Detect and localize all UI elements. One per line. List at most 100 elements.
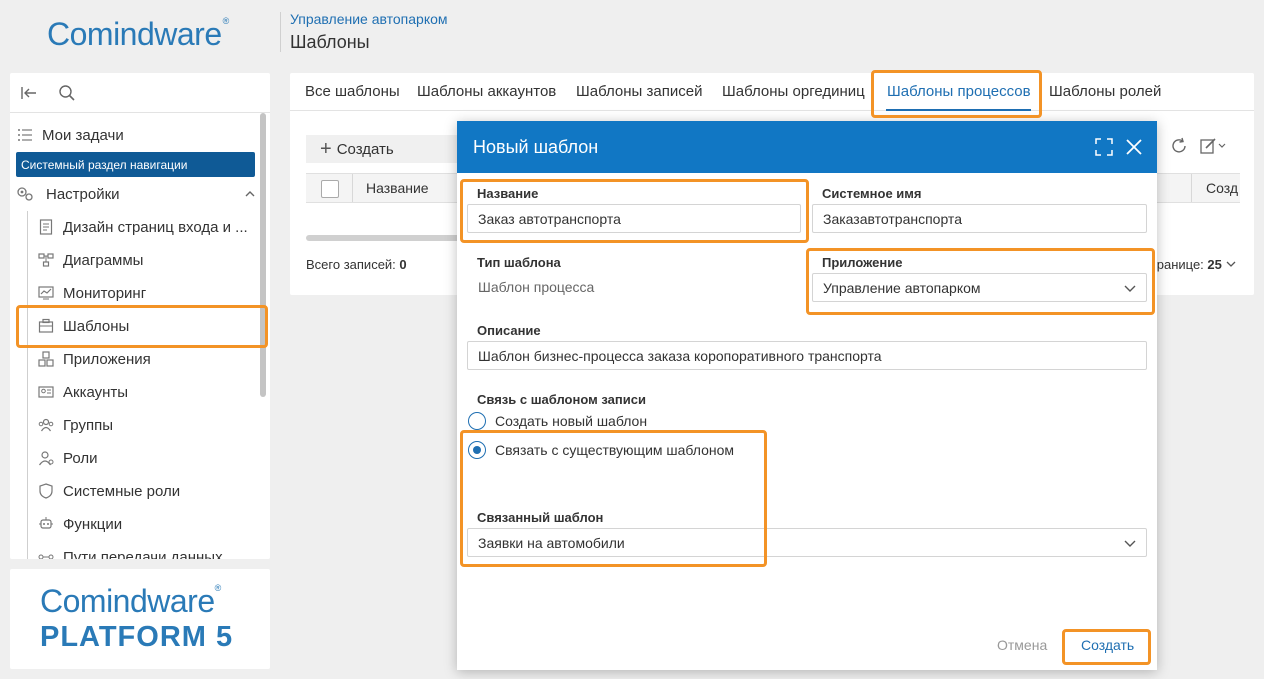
tasks-icon [16, 126, 34, 144]
collapse-sidebar-icon[interactable] [20, 84, 38, 102]
chevron-down-icon [1124, 540, 1136, 547]
sidebar-item-label: Диаграммы [63, 251, 144, 269]
application-label: Приложение [822, 255, 903, 270]
sidebar-item-label: Шаблоны [63, 317, 130, 335]
template-icon [37, 317, 55, 335]
data-path-icon [37, 548, 55, 559]
column-created[interactable]: Созд [1206, 180, 1238, 196]
close-icon[interactable] [1125, 138, 1143, 161]
sidebar-item-my-tasks[interactable]: Мои задачи [16, 122, 124, 148]
linked-template-select[interactable]: Заявки на автомобили [467, 528, 1147, 557]
sidebar-item-label: Группы [63, 416, 113, 434]
sidebar-item-system-roles[interactable]: Системные роли [37, 478, 180, 504]
dialog-title: Новый шаблон [473, 136, 599, 157]
new-template-dialog: Новый шаблон Название Заказ автотранспор… [457, 121, 1157, 670]
refresh-icon[interactable] [1170, 137, 1188, 160]
sidebar-item-roles[interactable]: Роли [37, 445, 98, 471]
maximize-icon[interactable] [1095, 138, 1113, 161]
dialog-header-actions [1095, 138, 1143, 161]
description-field[interactable]: Шаблон бизнес-процесса заказа коропорати… [467, 341, 1147, 370]
sidebar-item-applications[interactable]: Приложения [37, 346, 151, 372]
cancel-button[interactable]: Отмена [997, 637, 1047, 653]
create-submit-button[interactable]: Создать [1081, 637, 1134, 653]
sidebar-toolbar [10, 73, 270, 113]
total-records: Всего записей: 0 [306, 257, 407, 272]
sidebar-item-functions[interactable]: Функции [37, 511, 122, 537]
header-divider [280, 12, 281, 52]
diagram-icon [37, 251, 55, 269]
sidebar-item-templates[interactable]: Шаблоны [37, 313, 129, 339]
sidebar-item-diagrams[interactable]: Диаграммы [37, 247, 143, 273]
system-name-field[interactable]: Заказавтотранспорта [812, 204, 1147, 233]
sidebar-item-label: Настройки [46, 185, 120, 203]
role-icon [37, 449, 55, 467]
plus-icon: + [320, 138, 332, 160]
monitoring-icon [37, 284, 55, 302]
create-button-label: Создать [336, 140, 394, 158]
breadcrumb[interactable]: Управление автопарком [290, 11, 448, 27]
name-field[interactable]: Заказ автотранспорта [467, 204, 801, 233]
column-name[interactable]: Название [366, 180, 429, 196]
chevron-down-icon [1226, 261, 1235, 267]
linked-template-value: Заявки на автомобили [478, 534, 625, 551]
create-button[interactable]: + Создать [306, 135, 466, 163]
sidebar-item-label: Мои задачи [42, 126, 124, 144]
sidebar-item-page-design[interactable]: Дизайн страниц входа и ... [37, 214, 248, 240]
groups-icon [37, 416, 55, 434]
settings-icon [16, 185, 34, 203]
application-select[interactable]: Управление автопарком [812, 273, 1147, 302]
search-icon[interactable] [58, 84, 76, 102]
dialog-header: Новый шаблон [457, 121, 1157, 173]
platform-logo-brand: Comindware® [40, 583, 221, 619]
sidebar-item-label: Роли [63, 449, 98, 467]
sidebar-item-label: Системные роли [63, 482, 181, 500]
sidebar-item-accounts[interactable]: Аккаунты [37, 379, 128, 405]
application-select-value: Управление автопарком [823, 279, 981, 296]
record-link-label: Связь с шаблоном записи [477, 392, 646, 407]
shield-icon [37, 482, 55, 500]
platform-logo-version: PLATFORM 5 [40, 621, 234, 653]
sidebar-item-label: Мониторинг [63, 284, 147, 302]
sidebar-scrollbar[interactable] [260, 113, 266, 397]
radio-create-new-label[interactable]: Создать новый шаблон [495, 413, 647, 429]
tab-all-templates[interactable]: Все шаблоны [305, 83, 400, 100]
active-tab-indicator [886, 109, 1031, 111]
page-design-icon [37, 218, 55, 236]
tab-role-templates[interactable]: Шаблоны ролей [1049, 83, 1161, 100]
sidebar-item-monitoring[interactable]: Мониторинг [37, 280, 146, 306]
tab-orgunit-templates[interactable]: Шаблоны оргединиц [722, 83, 865, 100]
column-divider [352, 174, 353, 202]
sidebar-item-label: Дизайн страниц входа и ... [63, 218, 248, 236]
sidebar-item-settings[interactable]: Настройки [16, 181, 256, 207]
page-title: Шаблоны [290, 32, 370, 52]
sidebar-item-label: Приложения [63, 350, 151, 368]
radio-link-existing[interactable] [468, 441, 486, 459]
sidebar-item-data-paths[interactable]: Пути передачи данных [37, 544, 223, 559]
tab-account-templates[interactable]: Шаблоны аккаунтов [417, 83, 556, 100]
sidebar-item-label: Функции [63, 515, 123, 533]
sidebar-item-groups[interactable]: Группы [37, 412, 113, 438]
radio-create-new[interactable] [468, 412, 486, 430]
column-divider [1191, 174, 1192, 202]
linked-template-label: Связанный шаблон [477, 510, 604, 525]
platform-logo: Comindware® PLATFORM 5 [10, 569, 270, 669]
horizontal-scrollbar[interactable] [306, 235, 466, 241]
description-label: Описание [477, 323, 541, 338]
edit-menu-icon[interactable] [1200, 137, 1226, 160]
radio-link-existing-label[interactable]: Связать с существующим шаблоном [495, 442, 734, 458]
select-all-checkbox[interactable] [321, 180, 339, 198]
chevron-up-icon[interactable] [244, 187, 256, 204]
chevron-down-icon [1124, 285, 1136, 292]
apps-icon [37, 350, 55, 368]
system-name-label: Системное имя [822, 186, 922, 201]
name-label: Название [477, 186, 539, 201]
per-page-selector[interactable]: границе: 25 [1152, 257, 1236, 272]
tab-process-templates[interactable]: Шаблоны процессов [887, 83, 1031, 100]
app-logo[interactable]: Comindware® [47, 16, 229, 53]
functions-icon [37, 515, 55, 533]
sidebar-item-label: Аккаунты [63, 383, 129, 401]
tab-record-templates[interactable]: Шаблоны записей [576, 83, 702, 100]
sidebar: Мои задачи Системный раздел навигации На… [10, 73, 270, 559]
tree-line [27, 211, 28, 559]
sidebar-system-section[interactable]: Системный раздел навигации [16, 152, 255, 177]
